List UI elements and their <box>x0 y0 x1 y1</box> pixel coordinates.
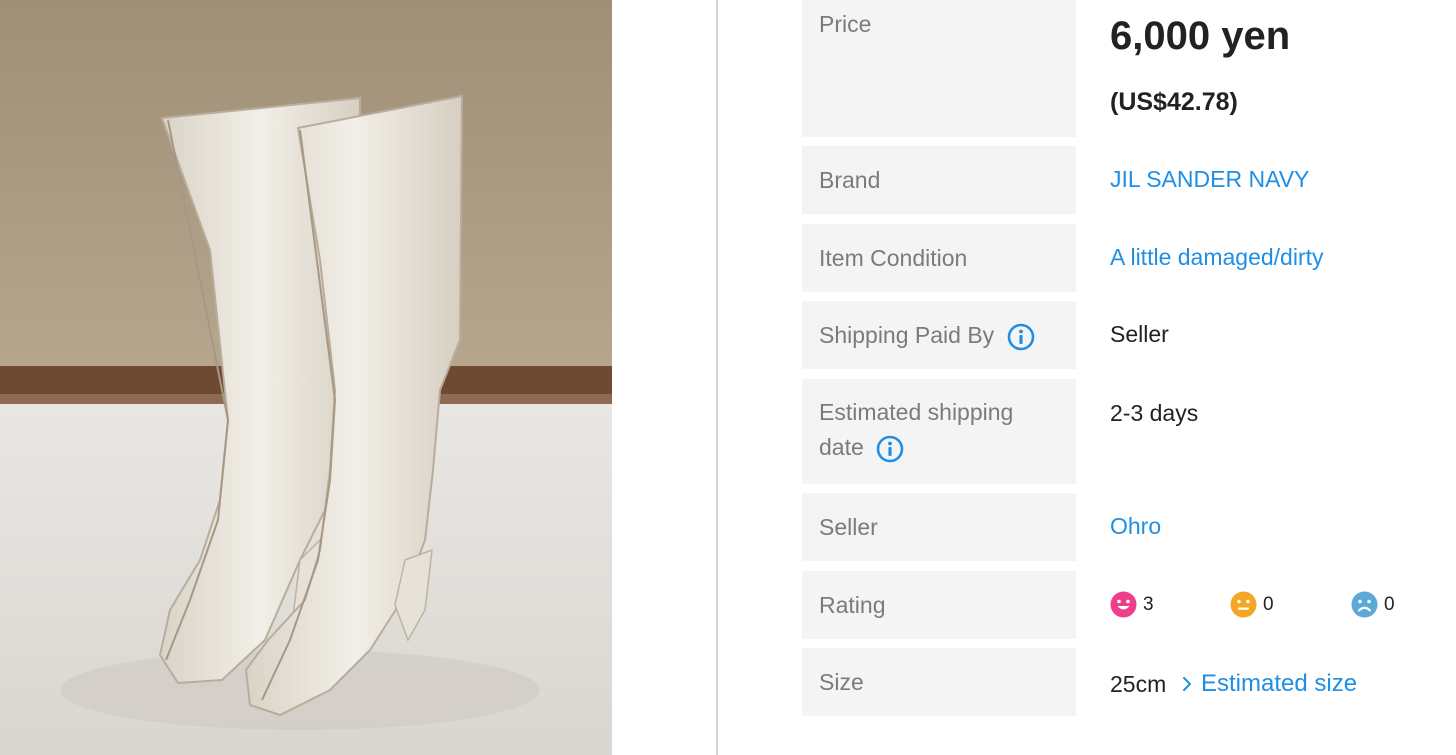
info-icon[interactable] <box>1007 323 1035 351</box>
price-label: Price <box>802 0 1076 137</box>
shipping-paid-by-value: Seller <box>1110 321 1169 347</box>
info-icon[interactable] <box>876 435 904 463</box>
rating-good-count: 3 <box>1143 593 1154 615</box>
vertical-divider <box>716 0 718 755</box>
rating-bad: 0 <box>1351 591 1395 618</box>
product-photo[interactable] <box>0 0 612 755</box>
estimated-size-link[interactable]: Estimated size <box>1181 670 1357 698</box>
size-label: Size <box>802 648 1076 716</box>
chevron-right-icon <box>1183 677 1191 691</box>
shipping-paid-by-label: Shipping Paid By <box>802 301 1076 369</box>
rating-good: 3 <box>1110 591 1154 618</box>
brand-link[interactable]: JIL SANDER NAVY <box>1110 166 1309 193</box>
rating-neutral-count: 0 <box>1263 593 1274 615</box>
item-condition-label: Item Condition <box>802 224 1076 292</box>
sad-face-icon <box>1351 591 1378 618</box>
price-value: 6,000 yen <box>1110 14 1291 58</box>
item-condition-link[interactable]: A little damaged/dirty <box>1110 244 1324 271</box>
seller-link[interactable]: Ohro <box>1110 513 1161 540</box>
size-value: 25cm <box>1110 671 1167 697</box>
rating-neutral: 0 <box>1230 591 1274 618</box>
happy-face-icon <box>1110 591 1137 618</box>
rating-label: Rating <box>802 571 1076 639</box>
estimated-shipping-date-value: 2-3 days <box>1110 400 1199 426</box>
seller-label: Seller <box>802 493 1076 561</box>
neutral-face-icon <box>1230 591 1257 618</box>
estimated-shipping-date-label: Estimated shipping date <box>802 379 1076 484</box>
price-converted: (US$42.78) <box>1110 88 1238 116</box>
boots-image <box>0 0 612 755</box>
rating-bad-count: 0 <box>1384 593 1395 615</box>
brand-label: Brand <box>802 146 1076 214</box>
estimated-size-label: Estimated size <box>1201 670 1358 697</box>
